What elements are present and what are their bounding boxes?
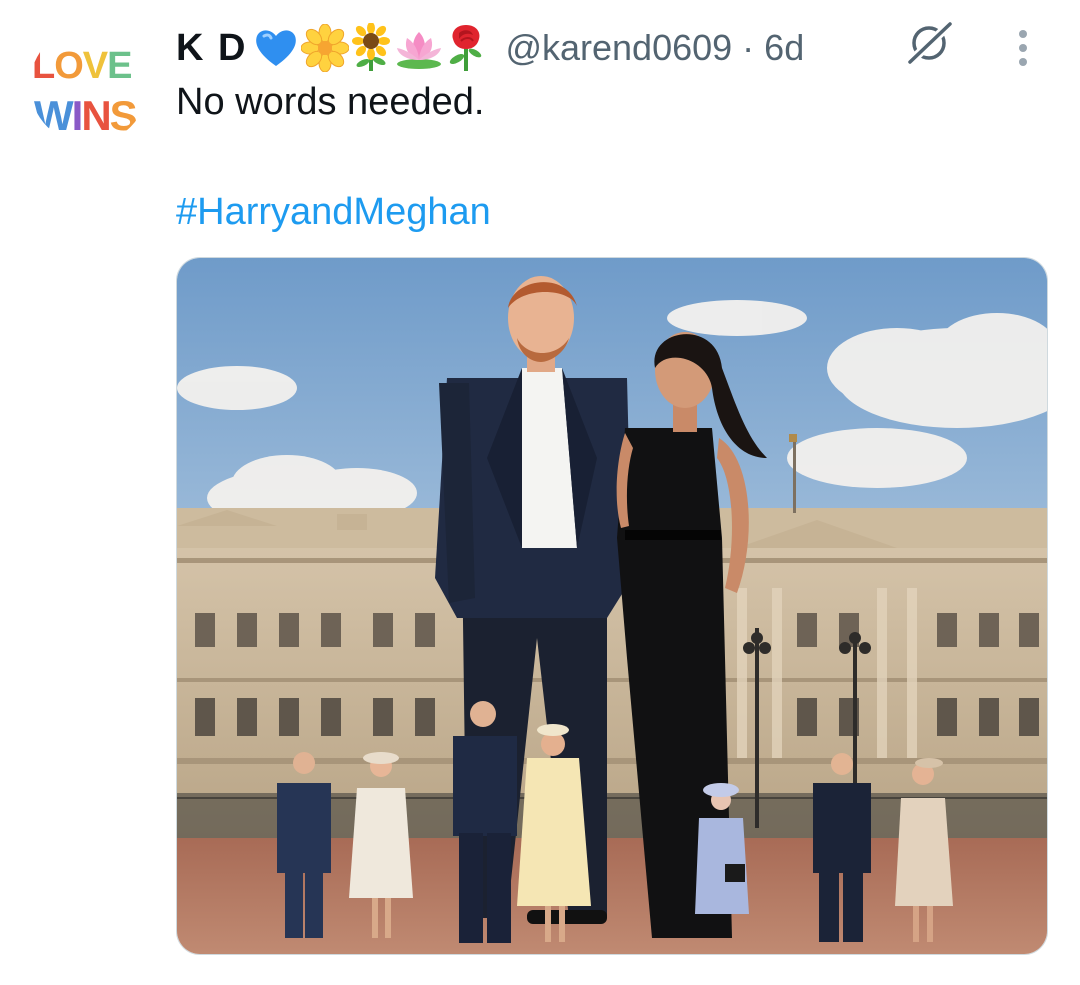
display-name[interactable]: K D <box>176 27 247 70</box>
user-handle[interactable]: @karend0609 <box>505 27 732 69</box>
separator-dot: · <box>742 27 755 68</box>
blue-heart-icon <box>256 30 297 66</box>
lotus-icon <box>397 32 442 69</box>
svg-text:LOVE: LOVE <box>32 45 132 87</box>
more-options-icon[interactable] <box>1008 26 1038 70</box>
name-emojis <box>253 23 485 73</box>
tweet-media[interactable] <box>176 257 1048 955</box>
tweet-text: No words needed. <box>176 81 485 123</box>
photo-couple-palace <box>177 258 1047 954</box>
avatar[interactable]: LOVE WINS <box>30 26 148 144</box>
grok-icon[interactable] <box>904 18 954 68</box>
sunflower-icon <box>352 23 391 71</box>
timestamp[interactable]: 6d <box>764 27 804 69</box>
svg-text:WINS: WINS <box>34 92 137 139</box>
hashtag-link[interactable]: #HarryandMeghan <box>176 188 491 236</box>
love-wins-logo: LOVE WINS <box>32 45 139 139</box>
blossom-icon <box>301 24 350 72</box>
rose-icon <box>450 25 482 71</box>
